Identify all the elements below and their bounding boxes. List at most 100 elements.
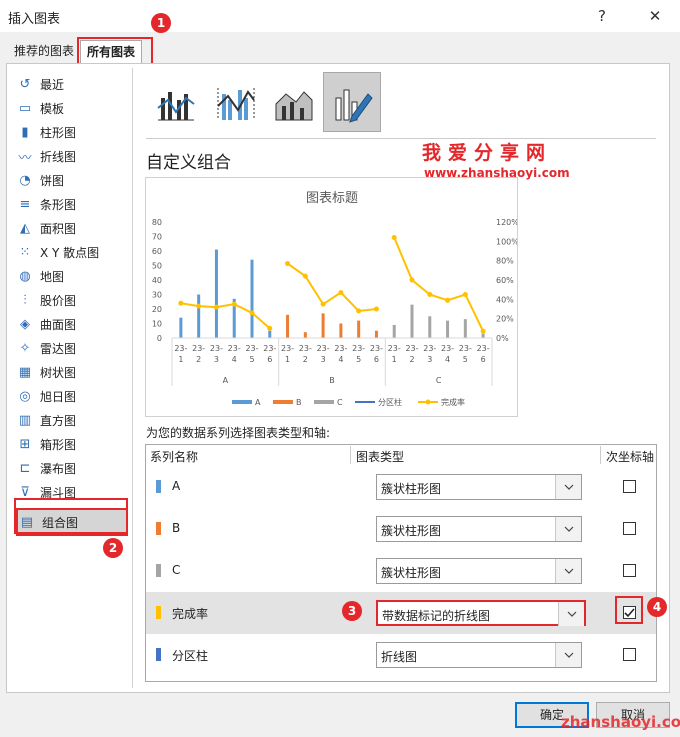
sidebar-item-bar-chart[interactable]: ≡ 条形图 <box>16 192 128 216</box>
close-button[interactable]: ✕ <box>643 4 667 28</box>
x-tick-label: 23- <box>263 344 276 353</box>
sidebar-item-label: 树状图 <box>40 365 77 380</box>
secondary-axis-checkbox[interactable] <box>623 648 636 661</box>
watermark-footer: zhanshaoyi.com <box>561 713 680 731</box>
y-tick-label: 50 <box>152 262 162 271</box>
sidebar-item-treemap-chart[interactable]: ▦ 树状图 <box>16 360 128 384</box>
x-tick-label: 1 <box>392 355 397 364</box>
chart-type-dropdown[interactable]: 簇状柱形图 <box>376 516 582 542</box>
waterfall-chart-icon: ⊏ <box>19 460 31 476</box>
sidebar-item-waterfall-chart[interactable]: ⊏ 瀑布图 <box>16 456 128 480</box>
thumb-column-line-secondary[interactable] <box>207 72 265 132</box>
secondary-axis-checkbox[interactable] <box>623 522 636 535</box>
y-tick-label: 40 <box>152 276 162 285</box>
title-bar <box>0 0 680 32</box>
chevron-down-icon[interactable] <box>555 517 581 541</box>
series-row[interactable]: 分区柱 折线图 <box>146 634 656 676</box>
line-completion-rate <box>393 237 485 332</box>
combo-thumb-icon-2 <box>217 88 255 120</box>
chevron-down-icon[interactable] <box>558 602 584 626</box>
sidebar-item-map-chart[interactable]: ◍ 地图 <box>16 264 128 288</box>
thumb-custom-combo[interactable] <box>323 72 381 132</box>
series-row[interactable]: C 簇状柱形图 <box>146 550 656 592</box>
legend-label: 分区柱 <box>378 397 402 407</box>
area-chart-icon: ◭ <box>20 220 30 236</box>
sidebar-item-template[interactable]: ▭ 模板 <box>16 96 128 120</box>
sidebar-item-recent[interactable]: ↺ 最近 <box>16 72 128 96</box>
x-tick-label: 6 <box>481 355 486 364</box>
chevron-down-icon[interactable] <box>555 559 581 583</box>
bar-A <box>214 249 218 338</box>
point-completion-rate <box>196 303 202 309</box>
point-completion-rate <box>338 290 344 296</box>
bar-A <box>250 259 254 338</box>
sidebar-item-radar-chart[interactable]: ✧ 雷达图 <box>16 336 128 360</box>
line-completion-rate <box>180 302 271 330</box>
secondary-axis-checkbox[interactable] <box>623 480 636 493</box>
x-tick-label: 4 <box>232 355 237 364</box>
y2-tick-label: 20% <box>496 315 514 324</box>
line-chart-icon: 〰 <box>18 150 32 166</box>
recent-icon: ↺ <box>19 76 31 92</box>
secondary-axis-checkbox[interactable] <box>623 564 636 577</box>
sidebar-item-label: 瀑布图 <box>40 461 77 476</box>
sidebar-item-box-chart[interactable]: ⊞ 箱形图 <box>16 432 128 456</box>
chevron-down-icon[interactable] <box>555 643 581 667</box>
bar-B <box>357 320 361 338</box>
sidebar-item-column-chart[interactable]: ▮ 柱形图 <box>16 120 128 144</box>
y2-tick-label: 60% <box>496 276 514 285</box>
point-completion-rate <box>462 292 468 297</box>
y-tick-label: 80 <box>152 218 162 227</box>
series-row[interactable]: 完成率 带数据标记的折线图 <box>146 592 656 634</box>
x-tick-label: 23- <box>459 344 472 353</box>
sidebar-item-label: 饼图 <box>40 173 65 188</box>
y2-tick-label: 80% <box>496 257 514 266</box>
sidebar-item-surface-chart[interactable]: ◈ 曲面图 <box>16 312 128 336</box>
custom-combo-pencil-icon <box>335 89 373 123</box>
chart-type-dropdown[interactable]: 折线图 <box>376 642 582 668</box>
series-name: 分区柱 <box>172 649 209 663</box>
bar-A <box>197 294 201 338</box>
surface-chart-icon: ◈ <box>20 316 30 332</box>
sidebar-item-area-chart[interactable]: ◭ 面积图 <box>16 216 128 240</box>
template-icon: ▭ <box>18 100 32 116</box>
series-row[interactable]: B 簇状柱形图 <box>146 508 656 550</box>
point-completion-rate <box>356 308 362 314</box>
sidebar-item-line-chart[interactable]: 〰折线图 <box>16 144 128 168</box>
bar-C <box>428 316 432 338</box>
help-button[interactable]: ? <box>590 4 614 28</box>
stock-chart-icon: ⫶ <box>23 292 27 308</box>
step-badge-2: 2 <box>103 538 123 558</box>
series-name: B <box>172 521 181 535</box>
chart-type-dropdown[interactable]: 带数据标记的折线图 <box>376 600 586 626</box>
thumb-stacked-area-column[interactable] <box>265 72 323 132</box>
x-tick-label: 2 <box>196 355 201 364</box>
highlight-box-combo <box>14 498 128 534</box>
bar-B <box>286 314 290 338</box>
chart-type-dropdown[interactable]: 簇状柱形图 <box>376 558 582 584</box>
map-chart-icon: ◍ <box>19 268 31 284</box>
sidebar-item-label: 曲面图 <box>40 317 77 332</box>
group-label: C <box>436 376 442 385</box>
tab-recommended[interactable]: 推荐的图表 <box>8 40 80 64</box>
sidebar-item-stock-chart[interactable]: ⫶ 股价图 <box>16 288 128 312</box>
bar-C <box>481 333 485 338</box>
point-completion-rate <box>231 301 237 307</box>
chart-type-list: ↺ 最近 ▭ 模板 ▮ 柱形图〰折线图 ◔ 饼图 ≡ 条形图 ◭ 面积图 ⁙ X Y 散点图 ◍ 地图 ⫶ 股价图… <box>16 72 128 536</box>
chart-type-dropdown[interactable]: 簇状柱形图 <box>376 474 582 500</box>
y-tick-label: 60 <box>152 247 162 256</box>
point-completion-rate <box>445 297 451 303</box>
pie-chart-icon: ◔ <box>19 172 31 188</box>
sidebar-item-label: 折线图 <box>40 149 77 164</box>
thumb-clustered-column-line[interactable] <box>147 72 205 132</box>
bar-C <box>392 324 396 338</box>
chevron-down-icon[interactable] <box>555 475 581 499</box>
sidebar-item-histogram-chart[interactable]: ▥ 直方图 <box>16 408 128 432</box>
series-row[interactable]: A 簇状柱形图 <box>146 466 656 508</box>
sidebar-item-sunburst-chart[interactable]: ◎ 旭日图 <box>16 384 128 408</box>
sidebar-item-pie-chart[interactable]: ◔ 饼图 <box>16 168 128 192</box>
column-chart-icon: ▮ <box>21 124 29 140</box>
series-color-swatch <box>156 522 161 535</box>
sidebar-item-scatter-chart[interactable]: ⁙ X Y 散点图 <box>16 240 128 264</box>
histogram-chart-icon: ▥ <box>18 412 32 428</box>
